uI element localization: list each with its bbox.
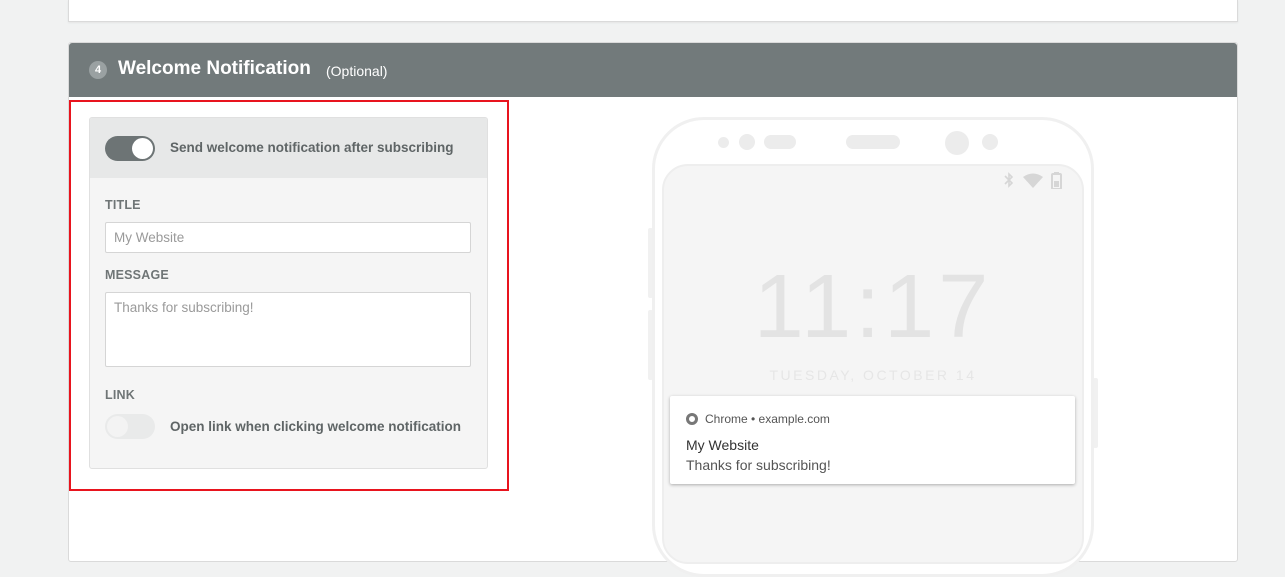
toggle-knob	[107, 416, 128, 437]
link-field-label: LINK	[105, 388, 135, 402]
lock-screen-date: TUESDAY, OCTOBER 14	[769, 367, 977, 383]
optional-label: (Optional)	[326, 63, 388, 79]
message-field-label: MESSAGE	[105, 268, 169, 282]
notification-app-line: Chrome • example.com	[705, 412, 830, 426]
send-welcome-toggle[interactable]	[105, 136, 155, 161]
lock-screen-clock: 11:17	[753, 257, 993, 357]
notification-message: Thanks for subscribing!	[686, 457, 831, 473]
chrome-icon	[686, 413, 698, 425]
previous-section-card	[68, 0, 1238, 22]
phone-speaker	[846, 135, 900, 149]
bluetooth-icon	[1004, 172, 1014, 191]
open-link-toggle[interactable]	[105, 414, 155, 439]
phone-sensor-dot	[739, 134, 755, 150]
toggle-knob	[132, 138, 153, 159]
phone-sensor-pill	[764, 135, 796, 149]
battery-icon	[1051, 172, 1062, 192]
notification-preview-card: Chrome • example.com My Website Thanks f…	[670, 396, 1075, 484]
section-header[interactable]: 4 Welcome Notification (Optional)	[69, 43, 1237, 97]
notification-title: My Website	[686, 437, 759, 453]
title-field-label: TITLE	[105, 198, 141, 212]
phone-lock-screen	[662, 164, 1084, 564]
phone-camera	[945, 131, 969, 155]
section-title: Welcome Notification	[118, 58, 311, 79]
open-link-label: Open link when clicking welcome notifica…	[170, 419, 462, 434]
step-number-badge: 4	[89, 61, 107, 79]
message-textarea[interactable]	[105, 292, 471, 367]
wifi-icon	[1023, 173, 1043, 191]
welcome-settings-panel: Send welcome notification after subscrib…	[89, 117, 488, 469]
phone-sensor-dot	[982, 134, 998, 150]
title-input[interactable]	[105, 222, 471, 253]
phone-sensor-dot	[718, 137, 729, 148]
send-welcome-row: Send welcome notification after subscrib…	[90, 118, 487, 178]
send-welcome-label: Send welcome notification after subscrib…	[170, 140, 454, 155]
